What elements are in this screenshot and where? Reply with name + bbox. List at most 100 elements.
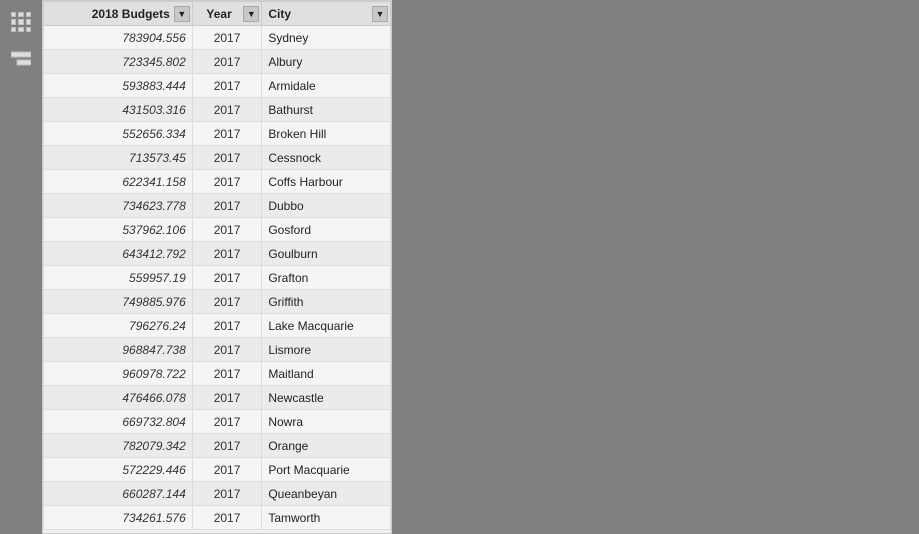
year-column-header[interactable]: Year ▼ — [192, 2, 262, 26]
year-cell: 2017 — [192, 506, 262, 530]
city-dropdown-arrow[interactable]: ▼ — [372, 6, 388, 22]
city-cell: Maitland — [262, 362, 391, 386]
city-cell: Lake Macquarie — [262, 314, 391, 338]
year-cell: 2017 — [192, 26, 262, 50]
budget-cell: 660287.144 — [44, 482, 193, 506]
table-row: 723345.8022017Albury — [44, 50, 391, 74]
city-cell: Griffith — [262, 290, 391, 314]
year-cell: 2017 — [192, 194, 262, 218]
city-cell: Lismore — [262, 338, 391, 362]
table-row: 431503.3162017Bathurst — [44, 98, 391, 122]
table-row: 622341.1582017Coffs Harbour — [44, 170, 391, 194]
table-row: 552656.3342017Broken Hill — [44, 122, 391, 146]
table-row: 749885.9762017Griffith — [44, 290, 391, 314]
city-cell: Newcastle — [262, 386, 391, 410]
left-toolbar — [0, 0, 42, 534]
year-cell: 2017 — [192, 338, 262, 362]
budget-cell: 713573.45 — [44, 146, 193, 170]
budget-cell: 734623.778 — [44, 194, 193, 218]
year-cell: 2017 — [192, 362, 262, 386]
table-row: 783904.5562017Sydney — [44, 26, 391, 50]
table-row: 476466.0782017Newcastle — [44, 386, 391, 410]
table-row: 734261.5762017Tamworth — [44, 506, 391, 530]
city-cell: Grafton — [262, 266, 391, 290]
hierarchy-view-icon[interactable] — [7, 46, 35, 74]
city-cell: Gosford — [262, 218, 391, 242]
city-cell: Armidale — [262, 74, 391, 98]
budget-cell: 537962.106 — [44, 218, 193, 242]
city-cell: Sydney — [262, 26, 391, 50]
table-row: 782079.3422017Orange — [44, 434, 391, 458]
table-row: 572229.4462017Port Macquarie — [44, 458, 391, 482]
budget-cell: 723345.802 — [44, 50, 193, 74]
table-row: 660287.1442017Queanbeyan — [44, 482, 391, 506]
year-cell: 2017 — [192, 146, 262, 170]
budget-cell: 669732.804 — [44, 410, 193, 434]
table-row: 643412.7922017Goulburn — [44, 242, 391, 266]
city-cell: Broken Hill — [262, 122, 391, 146]
year-cell: 2017 — [192, 98, 262, 122]
budget-cell: 782079.342 — [44, 434, 193, 458]
table-row: 796276.242017Lake Macquarie — [44, 314, 391, 338]
budget-cell: 783904.556 — [44, 26, 193, 50]
budget-cell: 734261.576 — [44, 506, 193, 530]
table-header-row: 2018 Budgets ▼ Year ▼ City ▼ — [44, 2, 391, 26]
budget-cell: 572229.446 — [44, 458, 193, 482]
city-cell: Port Macquarie — [262, 458, 391, 482]
table-row: 713573.452017Cessnock — [44, 146, 391, 170]
year-cell: 2017 — [192, 242, 262, 266]
table-row: 734623.7782017Dubbo — [44, 194, 391, 218]
budget-dropdown-arrow[interactable]: ▼ — [174, 6, 190, 22]
year-cell: 2017 — [192, 122, 262, 146]
budget-cell: 749885.976 — [44, 290, 193, 314]
year-cell: 2017 — [192, 458, 262, 482]
city-cell: Queanbeyan — [262, 482, 391, 506]
year-header-label: Year — [206, 7, 231, 21]
year-cell: 2017 — [192, 170, 262, 194]
right-background — [392, 0, 919, 534]
city-cell: Goulburn — [262, 242, 391, 266]
city-cell: Coffs Harbour — [262, 170, 391, 194]
table-body: 783904.5562017Sydney723345.8022017Albury… — [44, 26, 391, 530]
year-cell: 2017 — [192, 74, 262, 98]
year-cell: 2017 — [192, 410, 262, 434]
year-cell: 2017 — [192, 218, 262, 242]
table-row: 968847.7382017Lismore — [44, 338, 391, 362]
budget-header-label: 2018 Budgets — [92, 7, 170, 21]
budget-cell: 559957.19 — [44, 266, 193, 290]
city-header-label: City — [268, 7, 291, 21]
city-cell: Albury — [262, 50, 391, 74]
city-cell: Tamworth — [262, 506, 391, 530]
budget-cell: 431503.316 — [44, 98, 193, 122]
budget-cell: 796276.24 — [44, 314, 193, 338]
table-row: 559957.192017Grafton — [44, 266, 391, 290]
budget-column-header[interactable]: 2018 Budgets ▼ — [44, 2, 193, 26]
city-cell: Orange — [262, 434, 391, 458]
table-row: 669732.8042017Nowra — [44, 410, 391, 434]
city-column-header[interactable]: City ▼ — [262, 2, 391, 26]
year-cell: 2017 — [192, 482, 262, 506]
budget-cell: 968847.738 — [44, 338, 193, 362]
city-cell: Bathurst — [262, 98, 391, 122]
budget-cell: 960978.722 — [44, 362, 193, 386]
year-cell: 2017 — [192, 290, 262, 314]
year-cell: 2017 — [192, 266, 262, 290]
table-row: 537962.1062017Gosford — [44, 218, 391, 242]
table-row: 960978.7222017Maitland — [44, 362, 391, 386]
year-cell: 2017 — [192, 434, 262, 458]
year-cell: 2017 — [192, 314, 262, 338]
city-cell: Cessnock — [262, 146, 391, 170]
city-cell: Nowra — [262, 410, 391, 434]
table-row: 593883.4442017Armidale — [44, 74, 391, 98]
year-dropdown-arrow[interactable]: ▼ — [243, 6, 259, 22]
year-cell: 2017 — [192, 50, 262, 74]
budget-cell: 643412.792 — [44, 242, 193, 266]
budget-cell: 622341.158 — [44, 170, 193, 194]
budget-cell: 593883.444 — [44, 74, 193, 98]
budget-cell: 476466.078 — [44, 386, 193, 410]
year-cell: 2017 — [192, 386, 262, 410]
grid-view-icon[interactable] — [7, 8, 35, 36]
budget-cell: 552656.334 — [44, 122, 193, 146]
city-cell: Dubbo — [262, 194, 391, 218]
data-table: 2018 Budgets ▼ Year ▼ City ▼ 783904.5562… — [42, 0, 392, 534]
